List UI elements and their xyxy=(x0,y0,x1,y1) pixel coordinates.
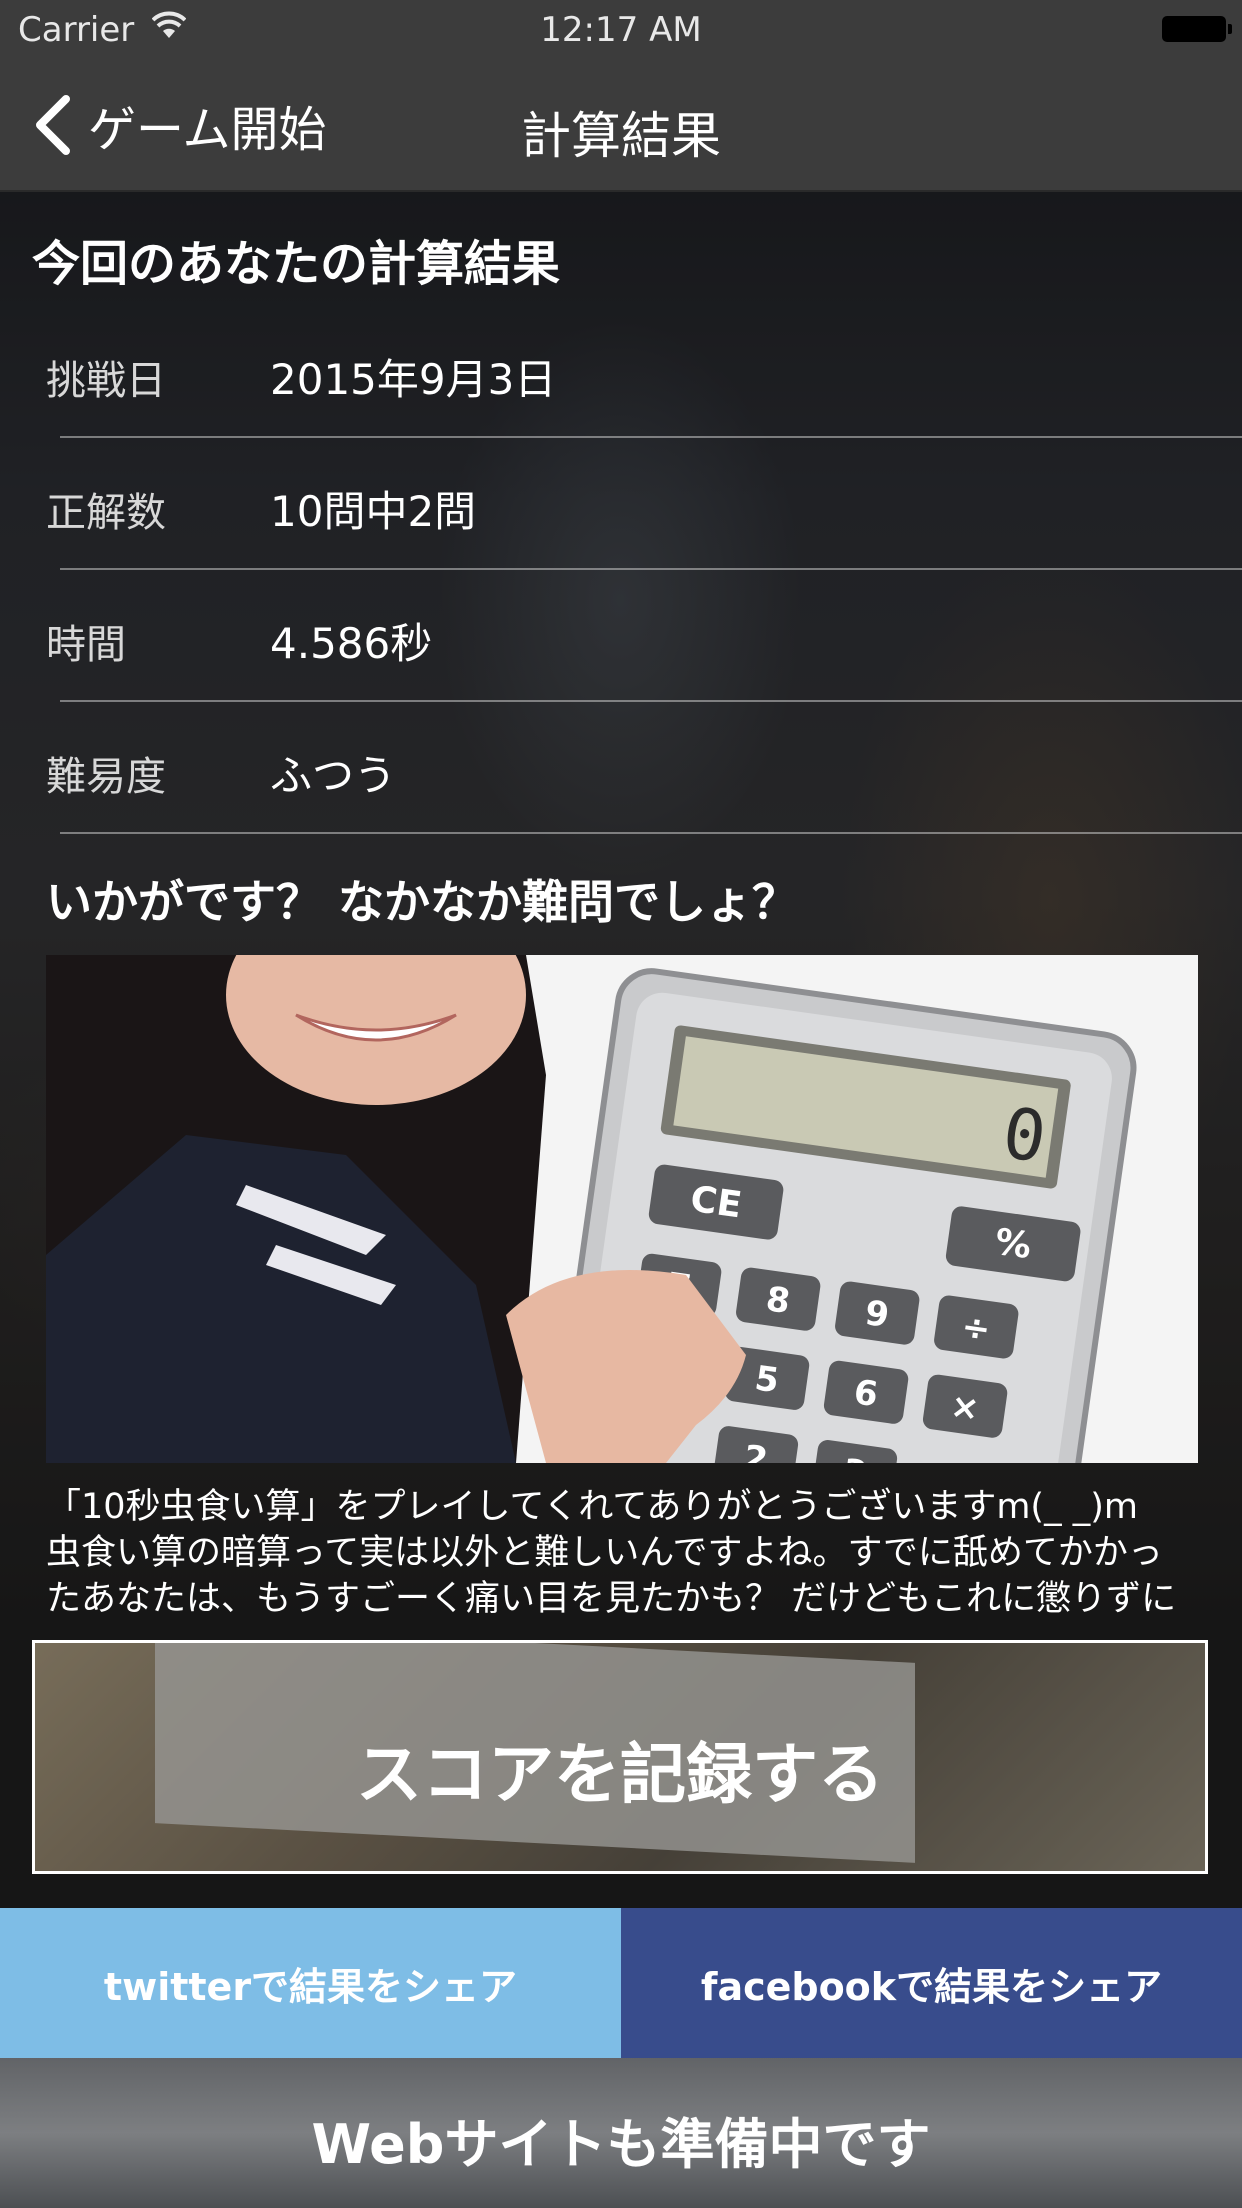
result-row-time: 時間 4.586秒 xyxy=(46,570,1242,702)
result-row-value: 2015年9月3日 xyxy=(270,355,557,404)
result-row-date: 挑戦日 2015年9月3日 xyxy=(46,306,1242,438)
key-divide: ÷ xyxy=(959,1307,993,1351)
website-banner[interactable]: Webサイトも準備中です xyxy=(0,2058,1242,2208)
key-times: × xyxy=(948,1386,982,1430)
status-time: 12:17 AM xyxy=(540,10,702,50)
result-row-correct: 正解数 10問中2問 xyxy=(46,438,1242,570)
facebook-share-button[interactable]: facebookで結果をシェア xyxy=(621,1908,1242,2058)
record-score-button[interactable]: スコアを記録する xyxy=(32,1640,1208,1874)
status-bar: Carrier 12:17 AM xyxy=(0,0,1242,60)
result-row-label: 時間 xyxy=(46,622,126,668)
result-row-label: 正解数 xyxy=(46,490,166,536)
navigation-bar: ゲーム開始 計算結果 xyxy=(0,60,1242,192)
result-row-value: 4.586秒 xyxy=(270,619,433,668)
record-score-label: スコアを記録する xyxy=(356,1736,884,1813)
description-text: 「10秒虫食い算」をプレイしてくれてありがとうございますm(_ _)m 虫食い算… xyxy=(46,1487,1177,1619)
result-row-difficulty: 難易度 ふつう xyxy=(46,702,1242,834)
key-3: 3 xyxy=(840,1452,869,1463)
result-row-value: ふつう xyxy=(270,751,397,800)
key-ce: CE xyxy=(688,1179,744,1227)
result-row-label: 難易度 xyxy=(46,754,166,800)
website-banner-label: Webサイトも準備中です xyxy=(311,2113,931,2176)
twitter-share-button[interactable]: twitterで結果をシェア xyxy=(0,1908,621,2058)
question-text: いかがです？ なかなか難問でしょ？ xyxy=(46,875,799,929)
calculator-illustration: 0 CE % 7 8 9 ÷ 5 6 × 2 3 xyxy=(46,955,1198,1463)
key-2: 2 xyxy=(741,1438,770,1463)
result-row-value: 10問中2問 xyxy=(270,487,477,536)
battery-icon xyxy=(1162,16,1232,42)
calculator-photo: 0 CE % 7 8 9 ÷ 5 6 × 2 3 xyxy=(46,955,1198,1463)
result-table: 挑戦日 2015年9月3日 正解数 10問中2問 時間 4.586秒 難易度 ふ… xyxy=(0,306,1242,834)
key-percent: % xyxy=(992,1222,1033,1268)
result-section-title: 今回のあなたの計算結果 xyxy=(32,236,561,292)
result-row-label: 挑戦日 xyxy=(46,358,166,404)
page-title: 計算結果 xyxy=(521,107,721,165)
